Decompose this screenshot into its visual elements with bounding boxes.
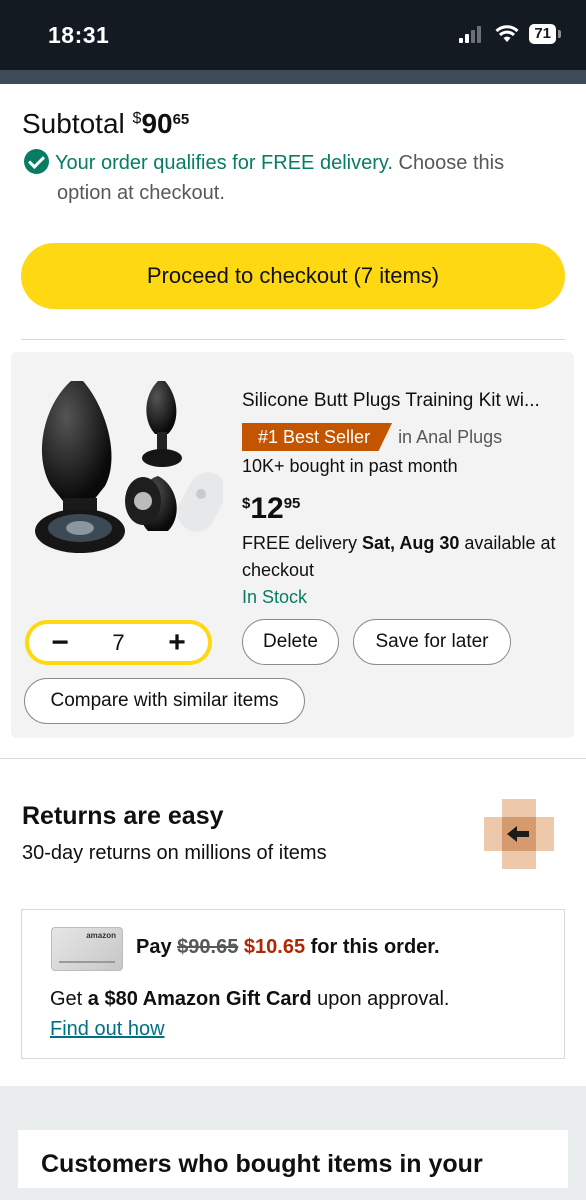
free-delivery-rest-line2: option at checkout. — [57, 182, 225, 204]
status-time: 18:31 — [48, 22, 110, 48]
battery-icon: 71 — [529, 24, 561, 44]
amazon-card-image: amazon — [51, 927, 123, 971]
bottom-strip — [0, 1188, 586, 1200]
gift-suffix: upon approval. — [311, 988, 450, 1010]
decrease-quantity-button[interactable]: − — [47, 627, 73, 658]
check-circle-icon — [24, 149, 49, 174]
gift-amount: a $80 Amazon Gift Card — [87, 988, 312, 1010]
price-currency: $ — [242, 495, 251, 512]
delete-button[interactable]: Delete — [242, 619, 339, 665]
increase-quantity-button[interactable]: + — [164, 627, 190, 658]
delivery-prefix: FREE delivery — [242, 533, 363, 553]
old-price: $90.65 — [177, 936, 239, 958]
best-seller-badge: #1 Best Seller — [242, 423, 393, 451]
stock-status: In Stock — [242, 587, 308, 607]
delivery-info: FREE delivery Sat, Aug 30 available at c… — [242, 530, 567, 584]
nav-strip — [0, 70, 586, 84]
bought-count: 10K+ bought in past month — [242, 456, 458, 476]
new-price: $10.65 — [243, 936, 306, 958]
wifi-icon — [495, 25, 519, 42]
signal-icon — [459, 26, 482, 43]
price-cents: 95 — [283, 495, 301, 512]
delivery-date: Sat, Aug 30 — [362, 533, 460, 553]
status-bar: 18:31 71 — [0, 0, 586, 70]
quantity-stepper: − 7 + — [25, 620, 212, 665]
subtotal: Subtotal $9065 — [22, 108, 189, 140]
pay-prefix: Pay — [136, 936, 178, 958]
product-title[interactable]: Silicone Butt Plugs Training Kit wi... — [242, 390, 572, 412]
card-logo: amazon — [86, 931, 116, 940]
return-box-icon — [484, 799, 554, 869]
free-delivery-message: Your order qualifies for FREE delivery. … — [24, 148, 574, 208]
free-delivery-rest: Choose this — [392, 152, 505, 174]
status-icons: 71 — [459, 24, 561, 44]
customers-title: Customers who bought items in your — [41, 1150, 483, 1178]
free-delivery-text: Your order qualifies for FREE delivery. — [55, 152, 393, 174]
section-divider — [0, 758, 586, 759]
compare-similar-button[interactable]: Compare with similar items — [24, 678, 305, 724]
subtotal-currency: $ — [132, 110, 142, 127]
pay-line: Pay $90.65 $10.65 for this order. — [136, 936, 440, 959]
save-for-later-button[interactable]: Save for later — [353, 619, 511, 665]
cart-item: Silicone Butt Plugs Training Kit wi... #… — [11, 352, 574, 738]
best-seller-category: in Anal Plugs — [398, 426, 503, 447]
item-price: $1295 — [242, 492, 300, 526]
product-image[interactable] — [33, 366, 223, 566]
divider — [21, 339, 565, 340]
quantity-value: 7 — [112, 629, 125, 655]
find-out-how-link[interactable]: Find out how — [50, 1018, 165, 1041]
subtotal-dollars: 90 — [141, 108, 173, 139]
card-offer: amazon Pay $90.65 $10.65 for this order.… — [21, 909, 565, 1059]
best-seller-row: #1 Best Seller in Anal Plugs — [242, 423, 502, 451]
price-dollars: 12 — [250, 492, 284, 525]
gift-card-line: Get a $80 Amazon Gift Card upon approval… — [50, 988, 449, 1011]
returns-subtitle: 30-day returns on millions of items — [22, 842, 327, 864]
subtotal-label: Subtotal — [22, 108, 125, 139]
gift-prefix: Get — [50, 988, 88, 1010]
pay-suffix: for this order. — [305, 936, 440, 958]
subtotal-cents: 65 — [172, 111, 190, 128]
returns-title: Returns are easy — [22, 802, 224, 830]
card-stripe — [59, 961, 115, 963]
proceed-to-checkout-button[interactable]: Proceed to checkout (7 items) — [21, 243, 565, 309]
